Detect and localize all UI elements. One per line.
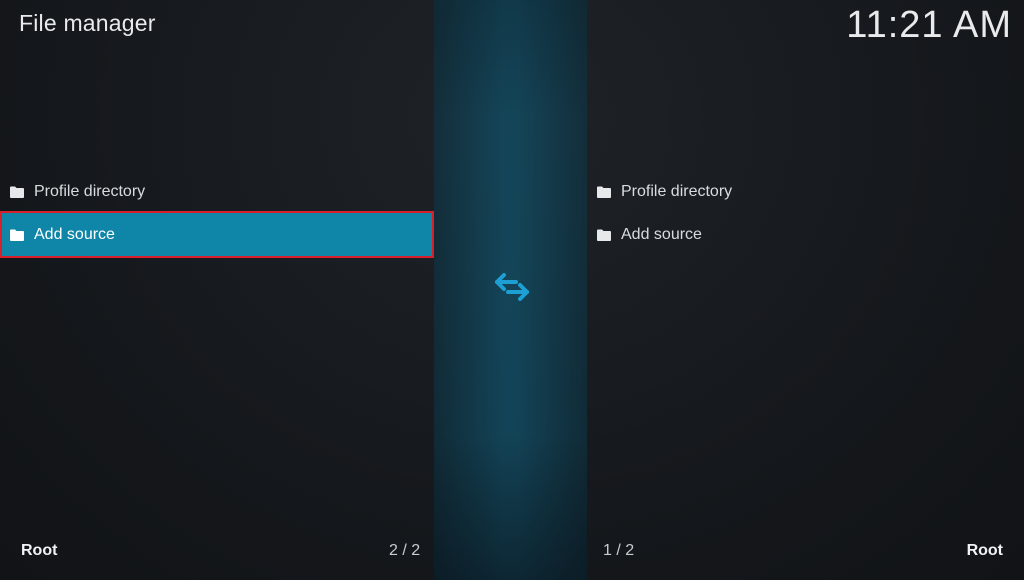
left-item-profile-directory[interactable]: Profile directory	[0, 170, 434, 213]
item-label: Profile directory	[34, 182, 146, 200]
folder-icon	[597, 186, 611, 198]
folder-icon	[597, 229, 611, 241]
left-file-panel: Profile directory Add source	[0, 170, 434, 258]
right-file-panel: Profile directory Add source	[587, 170, 1024, 256]
clock: 11:21 AM	[846, 4, 1012, 46]
right-item-count: 1 / 2	[603, 542, 635, 559]
left-footer-root-label: Root	[21, 542, 58, 559]
left-item-count: 2 / 2	[389, 542, 421, 559]
folder-icon	[10, 186, 24, 198]
swap-arrows-icon[interactable]	[494, 272, 530, 302]
item-label: Profile directory	[621, 182, 733, 200]
right-item-add-source[interactable]: Add source	[587, 213, 1024, 256]
page-title: File manager	[19, 10, 156, 36]
folder-icon	[10, 229, 24, 241]
file-manager-screen: File manager 11:21 AM Profile directory …	[0, 0, 1024, 580]
left-item-add-source[interactable]: Add source	[0, 211, 434, 258]
right-footer-root-label: Root	[966, 542, 1003, 559]
item-label: Add source	[621, 225, 702, 243]
item-label: Add source	[34, 225, 115, 243]
right-item-profile-directory[interactable]: Profile directory	[587, 170, 1024, 213]
